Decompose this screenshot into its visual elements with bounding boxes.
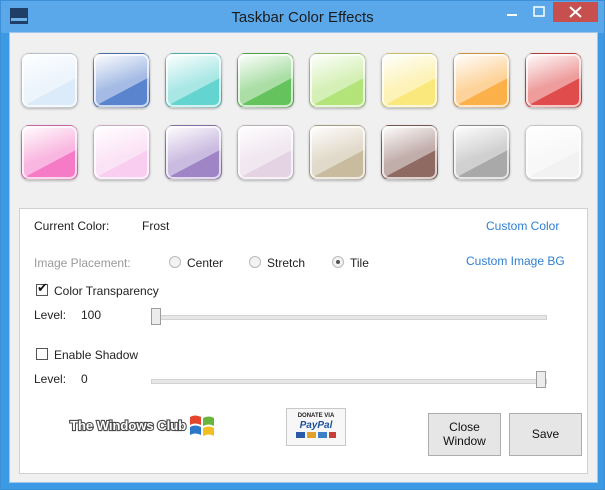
shadow-level-value: 0 (81, 372, 88, 386)
custom-color-link[interactable]: Custom Color (486, 219, 559, 233)
color-swatch-blue[interactable] (93, 53, 150, 108)
color-swatch-lime[interactable] (309, 53, 366, 108)
color-swatch-aqua[interactable] (165, 53, 222, 108)
transparency-level-value: 100 (81, 308, 102, 322)
color-swatch-beige[interactable] (309, 125, 366, 180)
close-window-label-line1: Close (449, 420, 480, 434)
windows-flag-icon (190, 415, 214, 436)
close-window-button[interactable]: Close Window (428, 413, 501, 456)
checkmark-icon: ✔ (37, 280, 48, 295)
enable-shadow-checkbox[interactable] (36, 348, 48, 360)
client-area: Current Color: Frost Custom Color Image … (9, 32, 598, 483)
color-swatch-violet[interactable] (165, 125, 222, 180)
radio-stretch-label: Stretch (267, 256, 306, 270)
color-swatch-pink[interactable] (21, 125, 78, 180)
minimize-icon[interactable] (498, 2, 526, 22)
shadow-slider-thumb[interactable] (536, 371, 546, 388)
color-swatch-yellow[interactable] (381, 53, 438, 108)
color-transparency-checkbox[interactable]: ✔ (36, 280, 48, 296)
color-transparency-label: Color Transparency (54, 284, 159, 298)
close-window-label-line2: Window (443, 434, 486, 448)
custom-image-bg-link[interactable]: Custom Image BG (466, 254, 565, 268)
current-color-value: Frost (142, 219, 170, 233)
logo-text: The Windows Club (70, 418, 186, 433)
color-swatch-green[interactable] (237, 53, 294, 108)
transparency-level-label: Level: (34, 308, 67, 322)
windows-club-logo: The Windows Club (69, 415, 214, 436)
radio-tile[interactable] (332, 256, 344, 268)
shadow-slider-track[interactable] (151, 379, 547, 384)
color-swatch-frost[interactable] (21, 53, 78, 108)
paypal-donate-button[interactable]: DONATE VIA PayPal (286, 408, 346, 446)
color-swatch-gray[interactable] (453, 125, 510, 180)
paypal-line2: PayPal (300, 420, 333, 431)
radio-center[interactable] (169, 256, 181, 268)
title-bar[interactable]: Taskbar Color Effects (1, 1, 604, 33)
radio-center-label: Center (187, 256, 224, 270)
transparency-slider-track[interactable] (151, 315, 547, 320)
image-placement-label: Image Placement: (34, 256, 131, 270)
color-swatch-white[interactable] (525, 125, 582, 180)
save-button[interactable]: Save (509, 413, 582, 456)
app-window: Taskbar Color Effects Current Color: Fro… (0, 0, 605, 490)
radio-tile-label: Tile (350, 256, 369, 270)
color-swatch-red[interactable] (525, 53, 582, 108)
paypal-icon: DONATE VIA PayPal (296, 413, 336, 438)
enable-shadow-label: Enable Shadow (54, 348, 139, 362)
settings-panel: Current Color: Frost Custom Color Image … (19, 208, 588, 474)
maximize-icon[interactable] (526, 2, 552, 22)
color-swatch-brown[interactable] (381, 125, 438, 180)
color-swatch-orange[interactable] (453, 53, 510, 108)
transparency-slider-thumb[interactable] (151, 308, 161, 325)
current-color-label: Current Color: (34, 219, 110, 233)
close-icon[interactable] (553, 2, 598, 22)
shadow-level-label: Level: (34, 372, 67, 386)
color-swatch-lavender[interactable] (237, 125, 294, 180)
color-swatch-light-pink[interactable] (93, 125, 150, 180)
radio-stretch[interactable] (249, 256, 261, 268)
paypal-line1: DONATE VIA (298, 413, 335, 419)
